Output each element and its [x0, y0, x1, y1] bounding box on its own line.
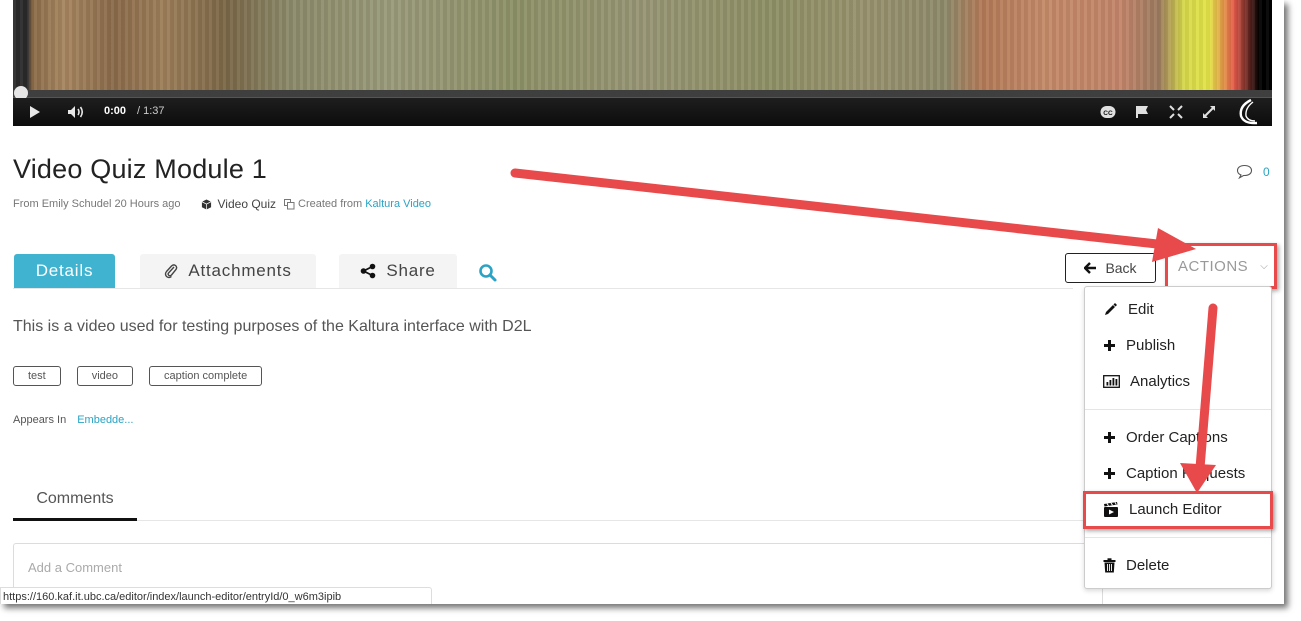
menu-item-analytics[interactable]: Analytics — [1103, 373, 1190, 390]
menu-item-caption-requests[interactable]: Caption Requests — [1103, 465, 1245, 482]
tag-list: test video caption complete — [13, 366, 263, 386]
menu-divider — [1085, 537, 1271, 538]
expand-icon[interactable] — [1202, 103, 1216, 121]
actions-button-label: ACTIONS — [1178, 257, 1249, 275]
menu-item-order-captions[interactable]: Order Captions — [1103, 429, 1228, 446]
kaltura-logo-icon[interactable] — [1235, 98, 1261, 126]
total-duration: / 1:37 — [137, 105, 165, 117]
tab-attachments[interactable]: Attachments — [140, 254, 316, 288]
entry-type: Video Quiz — [201, 197, 276, 211]
entry-type-label: Video Quiz — [217, 197, 276, 211]
player-controls: 0:00 / 1:37 CC — [13, 98, 1272, 126]
created-from-link[interactable]: Kaltura Video — [365, 198, 431, 210]
page-title: Video Quiz Module 1 — [13, 154, 267, 184]
report-flag-icon[interactable] — [1135, 103, 1149, 121]
speech-bubble-icon — [1236, 164, 1253, 179]
menu-item-order-captions-label: Order Captions — [1126, 429, 1228, 446]
tab-details[interactable]: Details — [14, 254, 115, 288]
created-from: Created from Kaltura Video — [284, 198, 431, 210]
share-icon — [361, 263, 376, 279]
entry-meta: From Emily Schudel 20 Hours ago Video Qu… — [13, 197, 431, 211]
tab-attachments-label: Attachments — [188, 261, 292, 280]
svg-text:CC: CC — [1103, 110, 1113, 117]
tab-share[interactable]: Share — [339, 254, 457, 288]
screenshot-frame: 0:00 / 1:37 CC Video Quiz Module 1 From … — [0, 0, 1284, 604]
plus-icon — [1104, 340, 1115, 351]
actions-menu: Edit Publish Analytics Order Captions Ca… — [1084, 286, 1272, 589]
appears-in-link[interactable]: Embedde... — [77, 414, 133, 426]
play-icon[interactable] — [29, 103, 41, 121]
tabs-divider — [13, 288, 1073, 289]
entry-description: This is a video used for testing purpose… — [13, 318, 532, 335]
plus-icon — [1104, 468, 1115, 479]
tab-share-label: Share — [386, 261, 436, 280]
search-button[interactable] — [478, 263, 498, 283]
comments-divider — [137, 520, 1087, 521]
chevron-down-icon: ⌵ — [1260, 260, 1269, 272]
video-player[interactable]: 0:00 / 1:37 CC — [13, 0, 1272, 126]
comment-count-value: 0 — [1263, 164, 1270, 179]
progress-scrubber[interactable] — [13, 86, 1272, 100]
back-button[interactable]: Back — [1065, 253, 1156, 283]
menu-item-analytics-label: Analytics — [1130, 373, 1191, 390]
browser-status-url: https://160.kaf.it.ubc.ca/editor/index/l… — [0, 587, 432, 604]
actions-dropdown-button[interactable]: ACTIONS ⌵ — [1165, 243, 1277, 289]
comment-count[interactable]: 0 — [1236, 164, 1270, 179]
arrow-left-icon — [1084, 262, 1097, 274]
menu-item-publish-label: Publish — [1126, 337, 1176, 354]
entry-author-time: From Emily Schudel 20 Hours ago — [13, 198, 181, 210]
tab-comments[interactable]: Comments — [13, 488, 137, 521]
plus-icon — [1104, 432, 1115, 443]
comment-input-placeholder: Add a Comment — [28, 560, 122, 575]
menu-item-edit-label: Edit — [1128, 301, 1154, 318]
volume-icon[interactable] — [67, 103, 85, 121]
bar-chart-icon — [1103, 375, 1120, 388]
fullscreen-icon[interactable] — [1169, 103, 1183, 121]
trash-icon — [1103, 558, 1116, 573]
cube-icon — [201, 198, 211, 210]
appears-in: Appears In Embedde... — [13, 414, 133, 426]
copy-icon — [284, 198, 295, 209]
menu-item-publish[interactable]: Publish — [1103, 337, 1175, 354]
search-icon — [479, 264, 497, 282]
menu-item-delete[interactable]: Delete — [1103, 557, 1169, 574]
menu-divider — [1085, 409, 1271, 410]
menu-item-delete-label: Delete — [1126, 557, 1170, 574]
closed-captions-icon[interactable]: CC — [1100, 103, 1116, 121]
launch-editor-highlight — [1083, 491, 1273, 529]
appears-in-label: Appears In — [13, 414, 67, 426]
tag-caption-complete[interactable]: caption complete — [149, 366, 263, 386]
paperclip-icon — [165, 264, 178, 279]
menu-item-edit[interactable]: Edit — [1103, 301, 1154, 318]
current-time: 0:00 — [104, 105, 127, 117]
tab-comments-label: Comments — [36, 490, 114, 507]
pencil-icon — [1105, 302, 1117, 315]
menu-item-caption-requests-label: Caption Requests — [1126, 465, 1246, 482]
tag-video[interactable]: video — [76, 366, 134, 386]
created-from-label: Created from — [298, 198, 363, 210]
video-frame[interactable] — [13, 0, 1272, 90]
tab-details-label: Details — [35, 261, 94, 280]
tag-test[interactable]: test — [13, 366, 61, 386]
back-button-label: Back — [1105, 260, 1137, 276]
